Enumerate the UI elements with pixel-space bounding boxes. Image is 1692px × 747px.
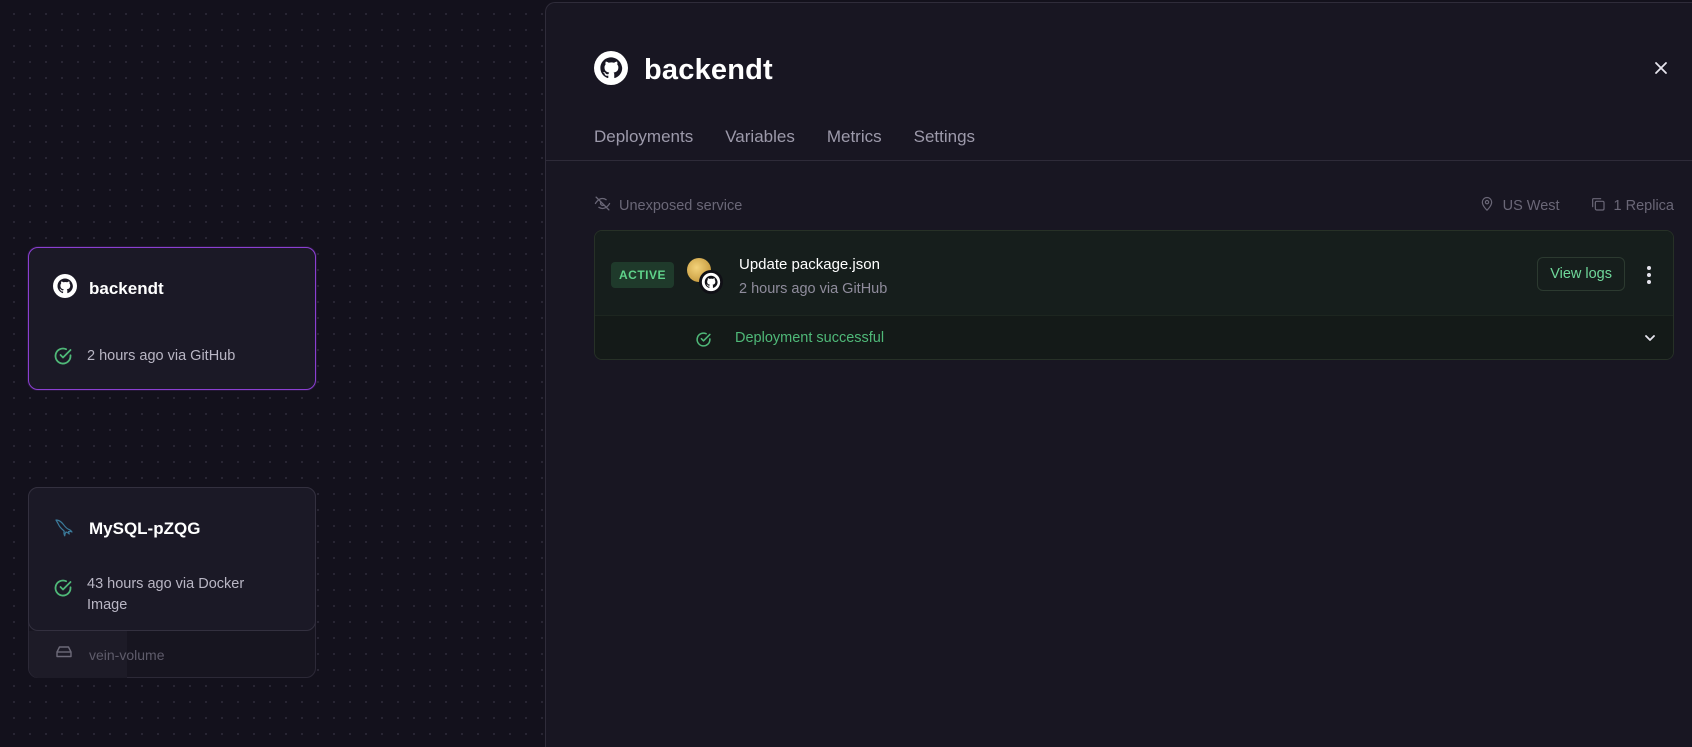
dot [1647, 280, 1651, 284]
deployment-config: US West 1 Replica [1479, 195, 1674, 216]
close-button[interactable] [1650, 59, 1672, 81]
replica-label: 1 Replica [1613, 197, 1674, 214]
more-options-button[interactable] [1639, 263, 1659, 287]
close-icon [1654, 61, 1668, 80]
github-icon [594, 51, 628, 90]
view-logs-button[interactable]: View logs [1537, 257, 1625, 291]
copy-icon [1590, 196, 1606, 216]
service-meta: Unexposed service US West 1 Replica [594, 195, 1674, 216]
commit-message: Update package.json [739, 256, 880, 273]
service-name: backendt [89, 278, 164, 298]
service-card-header: MySQL-pZQG [53, 514, 200, 543]
tab-settings[interactable]: Settings [914, 127, 975, 147]
tab-variables[interactable]: Variables [725, 127, 795, 147]
map-pin-icon [1479, 195, 1495, 216]
service-status: 2 hours ago via GitHub [53, 346, 267, 371]
region-label: US West [1502, 197, 1560, 214]
status-badge: ACTIVE [611, 262, 675, 288]
deployment-status-text: Deployment successful [735, 330, 885, 346]
eye-off-icon [594, 195, 611, 216]
chevron-down-icon[interactable] [1643, 331, 1657, 350]
tabs-divider [546, 160, 1692, 161]
github-icon [53, 274, 77, 303]
service-card-backendt[interactable]: backendt 2 hours ago via GitHub [28, 247, 316, 390]
service-status-text: 2 hours ago via GitHub [87, 348, 236, 364]
commit-meta: 2 hours ago via GitHub [739, 281, 888, 297]
volume-name: vein-volume [89, 646, 165, 663]
github-icon [699, 270, 723, 294]
deployment-status-row[interactable]: Deployment successful [595, 315, 1673, 359]
dot [1647, 273, 1651, 277]
tab-metrics[interactable]: Metrics [827, 127, 882, 147]
check-circle-icon [53, 578, 73, 603]
service-status-text: 43 hours ago via Docker Image [87, 576, 245, 613]
service-card-mysql[interactable]: MySQL-pZQG 43 hours ago via Docker Image [28, 487, 316, 631]
exposure-label: Unexposed service [619, 197, 743, 214]
service-name: MySQL-pZQG [89, 518, 201, 538]
dot [1647, 266, 1651, 270]
exposure-status[interactable]: Unexposed service [594, 195, 742, 216]
service-status: 43 hours ago via Docker Image [53, 574, 267, 616]
project-canvas[interactable]: backendt 2 hours ago via GitHub MySQL-pZ… [0, 0, 545, 747]
check-circle-icon [695, 331, 712, 353]
service-detail-panel: backendt Deployments Variables Metrics S… [545, 2, 1692, 747]
deployment-summary: ACTIVE Update package.json 2 hours ago v… [595, 231, 1673, 315]
deployment-card[interactable]: ACTIVE Update package.json 2 hours ago v… [594, 230, 1674, 360]
panel-header: backendt [594, 51, 773, 90]
tab-deployments[interactable]: Deployments [594, 127, 693, 147]
service-card-header: backendt [53, 274, 164, 303]
service-group-mysql: MySQL-pZQG 43 hours ago via Docker Image… [28, 487, 316, 678]
page-title: backendt [644, 54, 773, 86]
hard-drive-icon [55, 645, 73, 664]
check-circle-icon [53, 346, 73, 371]
mysql-dolphin-icon [53, 514, 77, 543]
volume-row[interactable]: vein-volume [29, 631, 315, 678]
tab-bar: Deployments Variables Metrics Settings [594, 127, 975, 147]
